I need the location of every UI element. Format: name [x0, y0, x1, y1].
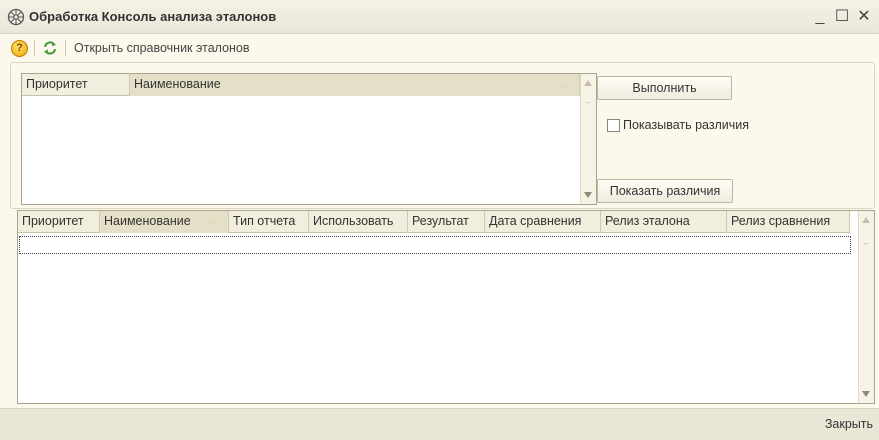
- etalons-grid[interactable]: Приоритет Наименование ⌐: [21, 73, 597, 205]
- close-button[interactable]: Закрыть: [825, 417, 873, 431]
- scroll-down-icon[interactable]: [862, 391, 870, 397]
- results-grid-scrollbar[interactable]: ⌐: [858, 211, 874, 403]
- sort-ascending-icon: [206, 219, 216, 225]
- show-diff-button[interactable]: Показать различия: [597, 179, 733, 203]
- scroll-down-icon[interactable]: [584, 192, 592, 198]
- scroll-grip-icon: ⌐: [864, 239, 869, 248]
- top-panel: Приоритет Наименование ⌐ Выполнить Показ…: [10, 62, 875, 209]
- column-header-name-label: Наименование: [104, 214, 191, 228]
- footer-bar: Закрыть: [0, 408, 879, 440]
- column-header-name[interactable]: Наименование: [130, 74, 580, 96]
- sort-ascending-icon: [557, 82, 567, 88]
- show-diff-checkbox-row[interactable]: Показывать различия: [607, 118, 749, 132]
- etalons-grid-scrollbar[interactable]: ⌐: [580, 74, 596, 204]
- refresh-icon[interactable]: [41, 39, 59, 57]
- table-row[interactable]: [19, 236, 851, 254]
- scroll-up-icon[interactable]: [862, 217, 870, 223]
- column-header-compare-date[interactable]: Дата сравнения: [485, 211, 601, 233]
- etalons-grid-header: Приоритет Наименование: [22, 74, 580, 96]
- column-header-name-label: Наименование: [134, 77, 221, 91]
- column-header-priority[interactable]: Приоритет: [22, 74, 130, 96]
- minimize-button[interactable]: _: [809, 6, 831, 28]
- title-bar: Обработка Консоль анализа эталонов _ ☐ ✕: [0, 0, 879, 34]
- column-header-report-type[interactable]: Тип отчета: [229, 211, 309, 233]
- maximize-button[interactable]: ☐: [831, 6, 853, 28]
- open-directory-button[interactable]: Открыть справочник эталонов: [74, 41, 250, 55]
- column-header-priority[interactable]: Приоритет: [18, 211, 100, 233]
- column-header-compare-release[interactable]: Релиз сравнения: [727, 211, 850, 233]
- column-header-name[interactable]: Наименование: [100, 211, 229, 233]
- help-icon[interactable]: ?: [11, 39, 28, 57]
- results-grid-header: Приоритет Наименование Тип отчета Исполь…: [18, 211, 850, 233]
- column-header-use[interactable]: Использовать: [309, 211, 408, 233]
- toolbar-separator: [34, 40, 35, 56]
- column-header-result[interactable]: Результат: [408, 211, 485, 233]
- run-button[interactable]: Выполнить: [597, 76, 732, 100]
- results-grid[interactable]: Приоритет Наименование Тип отчета Исполь…: [17, 210, 875, 404]
- toolbar-separator: [65, 40, 66, 56]
- app-icon: [7, 8, 25, 25]
- column-header-etalon-release[interactable]: Релиз эталона: [601, 211, 727, 233]
- window-title: Обработка Консоль анализа эталонов: [29, 9, 277, 24]
- scroll-up-icon[interactable]: [584, 80, 592, 86]
- scroll-grip-icon: ⌐: [586, 98, 591, 107]
- show-diff-checkbox-label: Показывать различия: [623, 118, 749, 132]
- toolbar: ? Открыть справочник эталонов: [0, 34, 879, 62]
- close-window-button[interactable]: ✕: [853, 6, 875, 28]
- show-diff-checkbox[interactable]: [607, 118, 620, 132]
